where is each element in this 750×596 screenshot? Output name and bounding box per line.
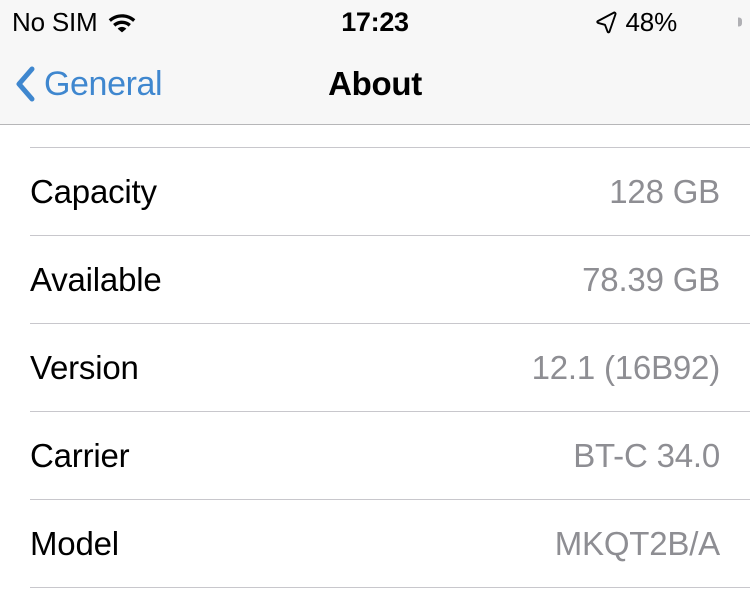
list-separator-bottom — [30, 587, 750, 588]
table-row[interactable]: Available 78.39 GB — [0, 236, 750, 323]
back-button-general[interactable]: General — [0, 65, 163, 103]
row-value: BT-C 34.0 — [573, 437, 720, 474]
settings-about-screen: No SIM 17:23 48% General About Capacity … — [0, 0, 750, 596]
row-value: 128 GB — [609, 173, 720, 210]
table-row[interactable]: Model MKQT2B/A — [0, 500, 750, 587]
table-row[interactable]: Capacity 128 GB — [0, 148, 750, 235]
row-value: MKQT2B/A — [554, 525, 720, 562]
wifi-icon — [107, 11, 137, 33]
navigation-bar: General About — [0, 44, 750, 125]
status-bar-right: 48% — [595, 9, 736, 35]
row-value: 12.1 (16B92) — [531, 349, 721, 386]
table-row[interactable]: Carrier BT-C 34.0 — [0, 412, 750, 499]
row-label: Carrier — [30, 437, 130, 474]
about-info-list: Capacity 128 GB Available 78.39 GB Versi… — [0, 125, 750, 596]
row-label: Version — [30, 349, 139, 386]
back-button-label: General — [44, 65, 163, 103]
row-label: Capacity — [30, 173, 157, 210]
location-arrow-icon — [595, 10, 617, 34]
status-bar: No SIM 17:23 48% — [0, 0, 750, 44]
battery-percent-label: 48% — [625, 7, 678, 37]
table-row[interactable]: Version 12.1 (16B92) — [0, 324, 750, 411]
carrier-status-label: No SIM — [12, 7, 98, 37]
row-label: Model — [30, 525, 119, 562]
clock-label: 17:23 — [341, 6, 409, 37]
battery-icon — [686, 10, 736, 35]
chevron-left-icon — [14, 65, 36, 103]
status-bar-left: No SIM — [12, 9, 137, 35]
row-label: Available — [30, 261, 162, 298]
row-value: 78.39 GB — [582, 261, 720, 298]
